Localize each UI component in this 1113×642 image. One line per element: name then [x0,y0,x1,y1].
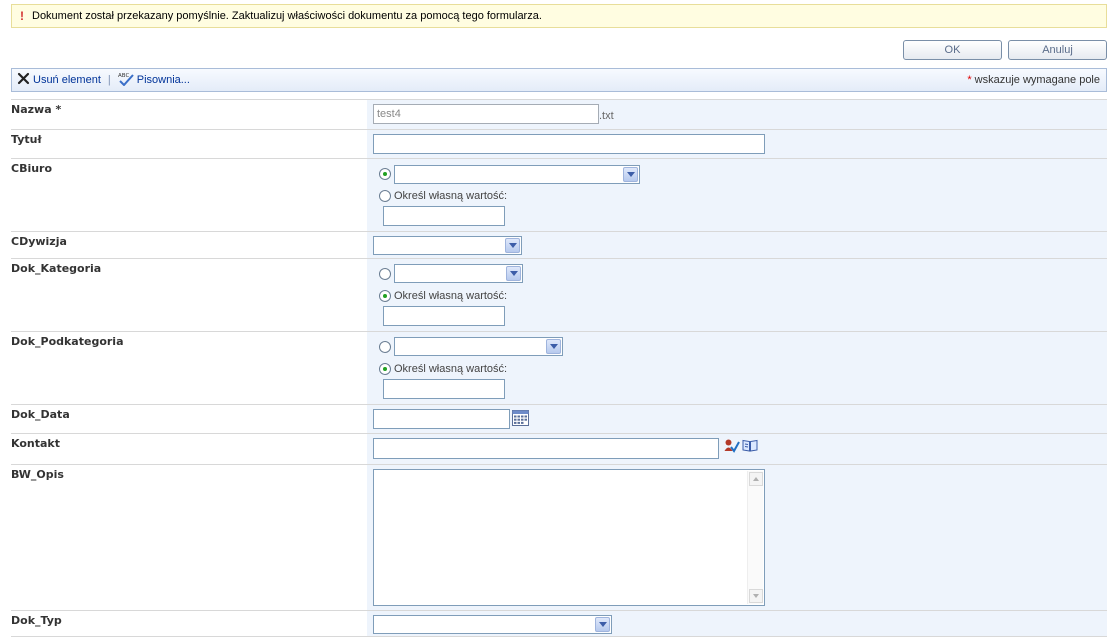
status-message-bar: ! Dokument został przekazany pomyślnie. … [11,4,1107,28]
required-note-text: wskazuje wymagane pole [971,74,1100,86]
dok-podkategoria-custom-radio[interactable] [379,363,391,375]
ok-button[interactable]: OK [903,40,1002,60]
status-message: Dokument został przekazany pomyślnie. Za… [32,10,542,22]
field-value-kontakt [367,434,1107,464]
required-star: * [55,103,62,116]
field-value-bw-opis [367,465,1107,610]
scroll-up-icon[interactable] [749,472,763,486]
field-value-cdywizja [367,232,1107,258]
field-row-kontakt: Kontakt [11,433,1107,464]
nazwa-label: Nazwa [11,103,52,116]
cbiuro-select[interactable] [394,165,640,184]
field-label-dok-kategoria: Dok_Kategoria [11,262,102,275]
field-label-bw-opis: BW_Opis [11,468,64,481]
dok-podkategoria-choice-radio[interactable] [379,341,391,353]
dok-kategoria-custom-label: Określ własną wartość: [394,290,508,302]
chevron-down-icon [505,238,520,253]
spelling-button[interactable]: ABC Pisownia... [118,71,190,89]
dok-kategoria-choice-radio[interactable] [379,268,391,280]
document-properties-form: Nazwa * .txt Tytuł CBiuro Określ własną … [11,99,1107,637]
field-row-tytul: Tytuł [11,129,1107,158]
field-row-cdywizja: CDywizja [11,231,1107,258]
field-value-dok-typ [367,611,1107,636]
field-row-bw-opis: BW_Opis [11,464,1107,610]
field-row-cbiuro: CBiuro Określ własną wartość: [11,158,1107,231]
dok-podkategoria-select[interactable] [394,337,563,356]
bw-opis-textarea[interactable] [373,469,765,606]
field-value-nazwa: .txt [367,100,1107,129]
field-value-dok-data [367,405,1107,433]
field-row-dok-data: Dok_Data [11,404,1107,433]
chevron-down-icon [623,167,638,182]
chevron-down-icon [595,617,610,632]
exclamation-icon: ! [20,9,24,23]
svg-text:ABC: ABC [118,73,129,79]
field-label-dok-data: Dok_Data [11,408,70,421]
delete-item-button[interactable]: Usuń element [17,72,101,88]
file-extension: .txt [599,110,614,122]
tytul-input[interactable] [373,134,765,154]
field-row-dok-typ: Dok_Typ [11,610,1107,637]
delete-x-icon [17,72,30,88]
kontakt-people-picker[interactable] [373,438,719,459]
cbiuro-custom-label: Określ własną wartość: [394,190,508,202]
field-label-dok-typ: Dok_Typ [11,614,62,627]
field-value-cbiuro: Określ własną wartość: [367,159,1107,231]
field-label-dok-podkategoria: Dok_Podkategoria [11,335,124,348]
dok-kategoria-custom-input[interactable] [383,306,505,326]
dok-kategoria-custom-radio[interactable] [379,290,391,302]
dok-podkategoria-custom-label: Określ własną wartość: [394,363,508,375]
field-label-kontakt: Kontakt [11,437,60,450]
delete-item-label: Usuń element [33,74,101,86]
chevron-down-icon [506,266,521,281]
calendar-icon[interactable] [512,410,529,429]
field-label-cdywizja: CDywizja [11,235,67,248]
cancel-button[interactable]: Anuluj [1008,40,1107,60]
dok-typ-select[interactable] [373,615,612,634]
field-label-cbiuro: CBiuro [11,162,53,175]
field-row-dok-podkategoria: Dok_Podkategoria Określ własną wartość: [11,331,1107,404]
nazwa-input[interactable] [373,104,599,124]
field-row-dok-kategoria: Dok_Kategoria Określ własną wartość: [11,258,1107,331]
dok-podkategoria-custom-input[interactable] [383,379,505,399]
cbiuro-custom-radio[interactable] [379,190,391,202]
field-value-dok-kategoria: Określ własną wartość: [367,259,1107,331]
cbiuro-custom-input[interactable] [383,206,505,226]
field-value-tytul [367,130,1107,158]
spellcheck-icon: ABC [118,71,134,89]
scroll-down-icon[interactable] [749,589,763,603]
field-row-nazwa: Nazwa * .txt [11,99,1107,129]
dok-data-date-input[interactable] [373,409,510,429]
spelling-label: Pisownia... [136,74,190,86]
dok-kategoria-select[interactable] [394,264,523,283]
textarea-scrollbar[interactable] [747,471,763,604]
chevron-down-icon [546,339,561,354]
required-field-note: * wskazuje wymagane pole [967,74,1100,86]
field-value-dok-podkategoria: Określ własną wartość: [367,332,1107,404]
toolbar-separator: | [107,74,111,86]
cdywizja-select[interactable] [373,236,522,255]
field-label-tytul: Tytuł [11,133,42,146]
cbiuro-choice-radio[interactable] [379,168,391,180]
field-label-nazwa: Nazwa * [11,100,367,129]
address-book-icon[interactable] [742,439,758,455]
check-names-icon[interactable] [724,439,740,456]
form-toolbar: Usuń element | ABC Pisownia... * wskazuj… [11,68,1107,92]
